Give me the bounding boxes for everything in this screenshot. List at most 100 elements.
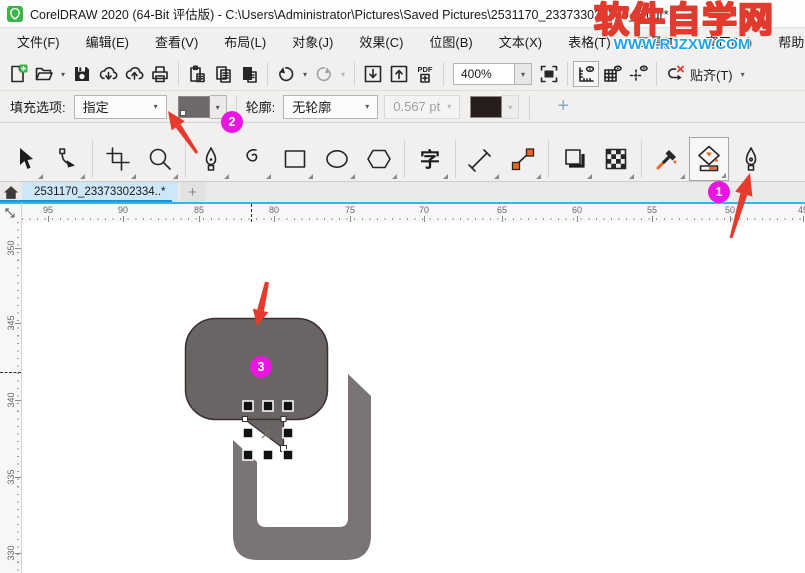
drawing-canvas[interactable] bbox=[22, 222, 805, 573]
publish-to-pdf-button[interactable]: PDF bbox=[412, 61, 438, 87]
cloud-download-button[interactable] bbox=[95, 61, 121, 87]
ruler-minor-ticks bbox=[17, 222, 19, 573]
outline-pen-tool[interactable] bbox=[731, 137, 771, 181]
outline-color-dropdown-arrow[interactable]: ▾ bbox=[502, 94, 520, 119]
menu-item[interactable]: 查看(V) bbox=[142, 28, 211, 58]
toolbox-separator bbox=[92, 139, 93, 178]
fill-color-swatch[interactable] bbox=[177, 95, 210, 118]
menu-item[interactable]: 窗口(W) bbox=[692, 28, 765, 58]
propbar-separator bbox=[529, 94, 531, 119]
outline-color-swatch[interactable] bbox=[470, 95, 503, 118]
crop-tool[interactable] bbox=[98, 137, 138, 181]
snap-to-label[interactable]: 贴齐(T) bbox=[690, 65, 733, 84]
toolbar-separator bbox=[267, 62, 268, 86]
pattern-fill-tool[interactable] bbox=[596, 137, 636, 181]
hruler-label: 80 bbox=[268, 205, 280, 215]
save-button[interactable] bbox=[69, 61, 95, 87]
document-tab-bar: 2531170_23373302334..* + bbox=[0, 182, 805, 202]
ellipse-tool[interactable] bbox=[317, 137, 357, 181]
outline-color-combo[interactable]: ▾ bbox=[470, 94, 520, 119]
cloud-upload-button[interactable] bbox=[121, 61, 147, 87]
fullscreen-preview-button[interactable] bbox=[536, 61, 562, 87]
snap-dropdown-arrow[interactable]: ▾ bbox=[737, 70, 749, 79]
show-guidelines-toggle[interactable] bbox=[625, 61, 651, 87]
connector-tool[interactable] bbox=[503, 137, 543, 181]
interactive-fill-tool[interactable] bbox=[689, 136, 729, 181]
shape-tool[interactable] bbox=[47, 137, 87, 181]
ruler-origin-icon bbox=[5, 207, 15, 218]
menu-item[interactable]: 编辑(E) bbox=[73, 28, 142, 58]
hruler-label: 55 bbox=[646, 205, 658, 215]
print-button[interactable] bbox=[147, 61, 173, 87]
export-button[interactable] bbox=[386, 61, 412, 87]
flyout-arrow bbox=[224, 173, 229, 179]
open-dropdown-arrow[interactable]: ▾ bbox=[57, 70, 69, 79]
outline-type-dropdown-arrow: ▾ bbox=[365, 102, 370, 111]
snap-off-button[interactable] bbox=[662, 61, 688, 87]
home-icon bbox=[3, 185, 19, 199]
title-bar: CorelDRAW 2020 (64-Bit 评估版) - C:\Users\A… bbox=[0, 0, 805, 28]
document-tab-active[interactable]: 2531170_23373302334..* bbox=[22, 182, 178, 202]
redo-dropdown-arrow[interactable]: ▾ bbox=[337, 70, 349, 79]
zoom-level-value[interactable]: 400% bbox=[453, 63, 515, 85]
flyout-arrow bbox=[629, 173, 634, 179]
welcome-home-button[interactable] bbox=[0, 182, 22, 202]
paste-special-button[interactable] bbox=[236, 61, 262, 87]
pick-tool[interactable] bbox=[5, 137, 45, 181]
new-tab-button[interactable]: + bbox=[179, 182, 206, 202]
ruler-origin-corner[interactable] bbox=[0, 202, 22, 222]
show-rulers-toggle[interactable] bbox=[573, 61, 599, 87]
hruler-label: 60 bbox=[571, 205, 583, 215]
outline-type-value: 无轮廓 bbox=[292, 100, 332, 115]
outline-type-combo[interactable]: 无轮廓 ▾ bbox=[283, 94, 379, 119]
toolbox-separator bbox=[185, 139, 186, 178]
ruler-cursor-marker bbox=[0, 372, 21, 373]
pen-tool[interactable] bbox=[191, 137, 231, 181]
vertical-ruler[interactable]: 350 345 340 335 330 bbox=[0, 222, 22, 573]
menu-item[interactable]: 帮助(H) bbox=[765, 28, 805, 58]
add-property-button[interactable]: + bbox=[552, 95, 574, 118]
color-eyedropper-tool[interactable] bbox=[647, 137, 687, 181]
menu-item[interactable]: 位图(B) bbox=[416, 28, 485, 58]
paste-button[interactable] bbox=[184, 61, 210, 87]
menu-item[interactable]: 表格(T) bbox=[555, 28, 624, 58]
show-grid-toggle[interactable] bbox=[599, 61, 625, 87]
copy-button[interactable] bbox=[210, 61, 236, 87]
menu-item[interactable]: 布局(L) bbox=[211, 28, 279, 58]
menu-items: 文件(F) 编辑(E) 查看(V) 布局(L) 对象(J) 效果(C) 位图(B) 文本(X)… bbox=[4, 28, 805, 58]
fill-type-combo[interactable]: 指定 ▾ bbox=[73, 94, 167, 119]
menu-item[interactable]: 文本(X) bbox=[486, 28, 555, 58]
undo-button[interactable] bbox=[273, 61, 299, 87]
flyout-arrow bbox=[266, 173, 271, 179]
open-document-button[interactable] bbox=[31, 61, 57, 87]
menu-item[interactable]: 对象(J) bbox=[279, 28, 346, 58]
menu-item[interactable]: 工具(T) bbox=[624, 28, 693, 58]
import-button[interactable] bbox=[360, 61, 386, 87]
flyout-arrow bbox=[680, 173, 685, 179]
hruler-label: 65 bbox=[496, 205, 508, 215]
drop-shadow-tool[interactable] bbox=[554, 137, 594, 181]
undo-dropdown-arrow[interactable]: ▾ bbox=[299, 70, 311, 79]
text-tool[interactable]: 字 bbox=[410, 137, 450, 181]
pdf-label: PDF bbox=[418, 65, 433, 74]
hruler-label: 85 bbox=[193, 205, 205, 215]
dimension-tool[interactable] bbox=[461, 137, 501, 181]
toolbox-separator bbox=[404, 139, 405, 178]
outline-width-combo[interactable]: 0.567 pt ▾ bbox=[384, 94, 461, 119]
flyout-arrow bbox=[443, 173, 448, 179]
fill-color-combo[interactable]: ▾ bbox=[177, 94, 227, 119]
ruler-cursor-marker bbox=[251, 204, 252, 222]
zoom-level-combo[interactable]: 400% ▾ bbox=[453, 63, 532, 85]
polygon-tool[interactable] bbox=[359, 137, 399, 181]
new-document-button[interactable] bbox=[5, 61, 31, 87]
zoom-dropdown-arrow[interactable]: ▾ bbox=[515, 63, 532, 85]
zoom-tool[interactable] bbox=[140, 137, 180, 181]
horizontal-ruler[interactable]: 95 90 85 80 75 70 65 60 55 50 45 bbox=[0, 202, 805, 222]
window-title: CorelDRAW 2020 (64-Bit 评估版) - C:\Users\A… bbox=[30, 8, 669, 22]
menu-item[interactable]: 文件(F) bbox=[4, 28, 73, 58]
step-badge-3: 3 bbox=[250, 356, 272, 378]
bspline-tool[interactable] bbox=[233, 137, 273, 181]
redo-button[interactable] bbox=[311, 61, 337, 87]
rectangle-tool[interactable] bbox=[275, 137, 315, 181]
menu-item[interactable]: 效果(C) bbox=[346, 28, 416, 58]
